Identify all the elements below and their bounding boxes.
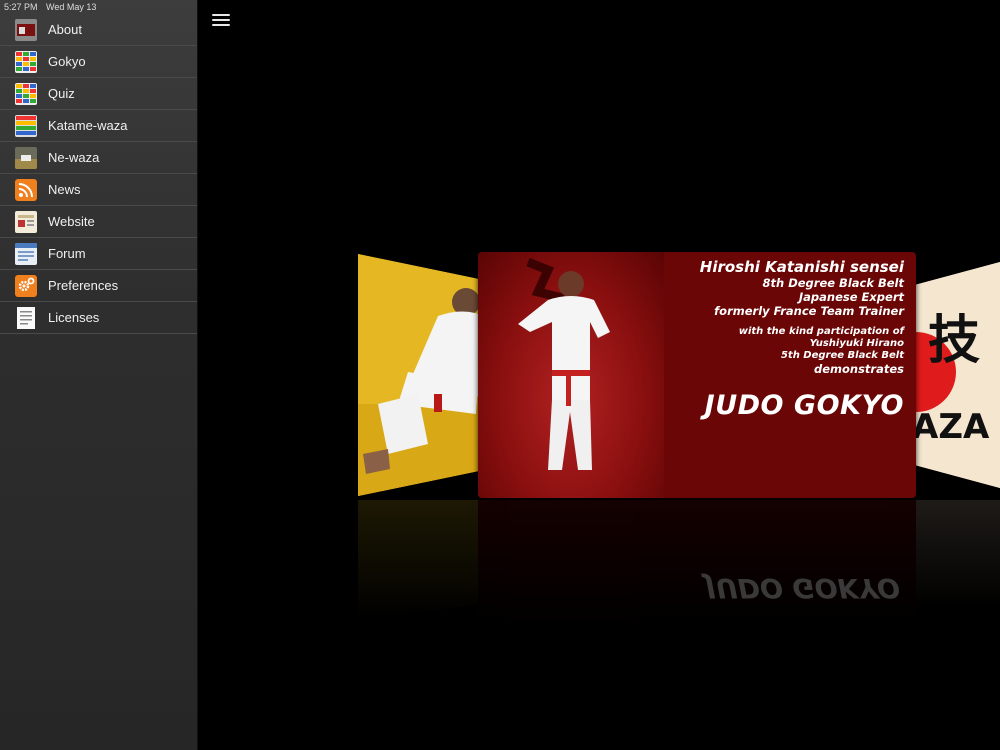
sidebar-item-ne-waza[interactable]: Ne-waza xyxy=(0,142,197,174)
sidebar-item-label: Katame-waza xyxy=(48,118,128,133)
sidebar-item-website[interactable]: Website xyxy=(0,206,197,238)
sidebar-item-label: About xyxy=(48,22,82,37)
sidebar-item-label: Gokyo xyxy=(48,54,86,69)
rss-icon xyxy=(15,178,37,201)
status-date: Wed May 13 xyxy=(46,2,97,12)
coverflow-reflection: JUDO GOKYO xyxy=(358,500,1000,630)
ne-waza-thumbnail-icon xyxy=(15,146,37,169)
sidebar-item-label: Website xyxy=(48,214,95,229)
sensei-name: Hiroshi Katanishi sensei xyxy=(699,258,904,276)
reflection-title: JUDO GOKYO xyxy=(705,572,900,603)
sidebar-item-licenses[interactable]: Licenses xyxy=(0,302,197,334)
sidebar-item-forum[interactable]: Forum xyxy=(0,238,197,270)
cover-left-katame-waza[interactable] xyxy=(358,254,498,496)
sidebar-item-katame-waza[interactable]: Katame-waza xyxy=(0,110,197,142)
sidebar-item-about[interactable]: About xyxy=(0,14,197,46)
sensei-rank: 8th Degree Black Belt xyxy=(762,276,904,290)
main-content: 技 AZA Hiroshi Katanishi sensei 8th Degre… xyxy=(198,0,1000,750)
sensei-former-role: formerly France Team Trainer xyxy=(714,304,904,318)
hamburger-menu-icon[interactable] xyxy=(212,14,230,28)
judoka-standing-photo xyxy=(478,252,664,498)
document-icon xyxy=(15,306,37,329)
sidebar-menu: About Gokyo Quiz Katame-waza Ne-waza New… xyxy=(0,14,197,334)
forum-icon xyxy=(15,242,37,265)
demonstrates-text: demonstrates xyxy=(813,362,904,376)
sidebar-item-quiz[interactable]: Quiz xyxy=(0,78,197,110)
sidebar-item-preferences[interactable]: Preferences xyxy=(0,270,197,302)
sensei-role: Japanese Expert xyxy=(798,290,904,304)
status-time: 5:27 PM xyxy=(4,2,38,12)
quiz-grid-icon xyxy=(15,82,37,105)
participation-text: with the kind participation of xyxy=(738,326,904,337)
cover-right-waza[interactable]: 技 AZA xyxy=(916,262,1000,488)
sidebar-item-label: Preferences xyxy=(48,278,119,293)
participant-rank: 5th Degree Black Belt xyxy=(780,350,904,361)
cover-center-judo-gokyo[interactable]: Hiroshi Katanishi sensei 8th Degree Blac… xyxy=(478,252,916,498)
about-thumbnail-icon xyxy=(15,18,37,41)
sidebar-item-label: News xyxy=(48,182,81,197)
katame-waza-grid-icon xyxy=(15,114,37,137)
sidebar-item-news[interactable]: News xyxy=(0,174,197,206)
participant-name: Yushiyuki Hirano xyxy=(809,338,904,349)
waza-cover-art: 技 AZA xyxy=(916,262,1000,488)
sidebar-item-label: Licenses xyxy=(48,310,100,325)
cover-credits: Hiroshi Katanishi sensei 8th Degree Blac… xyxy=(654,258,904,422)
sidebar-item-label: Forum xyxy=(48,246,86,261)
right-cover-text: AZA xyxy=(916,407,990,447)
sidebar-item-gokyo[interactable]: Gokyo xyxy=(0,46,197,78)
judoka-kneeling-photo xyxy=(358,254,498,496)
cover-title: JUDO GOKYO xyxy=(704,390,904,421)
sidebar-item-label: Ne-waza xyxy=(48,150,100,165)
status-bar: 5:27 PM Wed May 13 xyxy=(0,0,198,14)
website-icon xyxy=(15,210,37,233)
gokyo-grid-icon xyxy=(15,50,37,73)
sidebar: 5:27 PM Wed May 13 About Gokyo Quiz Kata… xyxy=(0,0,198,750)
sidebar-item-label: Quiz xyxy=(48,86,75,101)
right-cover-kanji: 技 xyxy=(928,310,980,371)
gear-icon xyxy=(15,274,37,297)
